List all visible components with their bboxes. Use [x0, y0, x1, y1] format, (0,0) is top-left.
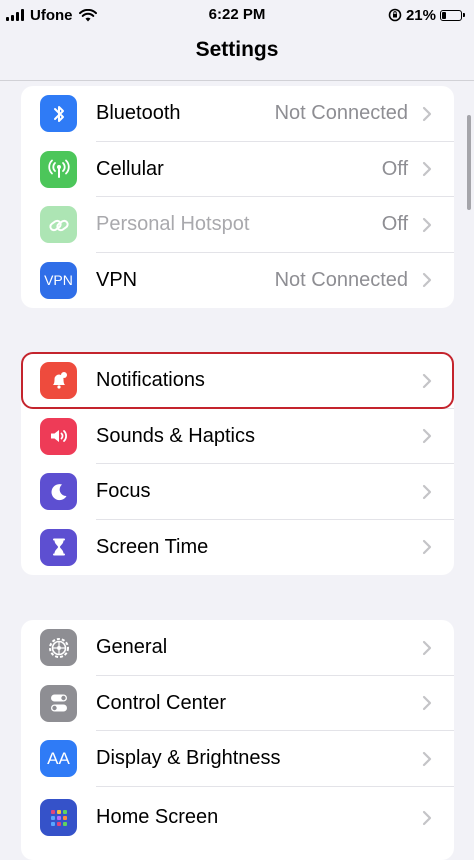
chevron-right-icon [422, 696, 432, 711]
settings-row-label: Control Center [96, 691, 227, 714]
settings-row-value: Off [381, 213, 408, 236]
carrier-name: Ufone [30, 6, 73, 24]
settings-row-label: General [96, 636, 168, 659]
settings-row-label: Home Screen [96, 806, 219, 828]
signal-strength-icon [6, 9, 24, 21]
hotspot-link-icon [40, 206, 77, 244]
settings-row-label: Screen Time [96, 535, 209, 558]
chevron-right-icon [422, 810, 432, 825]
status-bar: Ufone 6:22 PM 21% [0, 0, 474, 30]
settings-row-control-center[interactable]: Control Center [21, 676, 454, 731]
hourglass-icon [40, 528, 77, 566]
toggles-icon [40, 684, 77, 722]
settings-row-display-brightness[interactable]: AA Display & Brightness [21, 731, 454, 787]
chevron-right-icon [422, 484, 432, 499]
settings-group-general: General Control Center AA Display & Brig… [21, 620, 454, 860]
moon-icon [40, 473, 77, 511]
settings-row-label: Bluetooth [96, 102, 181, 125]
chevron-right-icon [422, 373, 432, 388]
nav-divider [0, 80, 474, 81]
battery-percentage: 21% [405, 6, 436, 24]
cellular-antenna-icon [40, 150, 77, 188]
settings-row-focus[interactable]: Focus [21, 464, 454, 520]
settings-row-notifications[interactable]: Notifications [21, 353, 454, 409]
wifi-icon [78, 8, 97, 21]
bluetooth-icon [40, 95, 77, 133]
scrollbar[interactable] [467, 115, 471, 210]
speaker-icon [40, 417, 77, 455]
chevron-right-icon [422, 106, 432, 121]
vpn-icon: VPN [40, 261, 77, 299]
settings-row-cellular[interactable]: Cellular Off [21, 142, 454, 197]
settings-row-value: Not Connected [274, 102, 408, 125]
settings-row-label: Display & Brightness [96, 747, 281, 770]
text-size-icon: AA [40, 740, 77, 778]
orientation-lock-icon [388, 8, 402, 22]
settings-row-vpn[interactable]: VPN VPN Not Connected [21, 253, 454, 309]
chevron-right-icon [422, 273, 432, 288]
home-grid-icon [40, 799, 77, 836]
settings-row-general[interactable]: General [21, 620, 454, 676]
settings-group-notifications: Notifications Sounds & Haptics Focus Scr… [21, 353, 454, 575]
text-size-icon-text: AA [47, 748, 70, 768]
chevron-right-icon [422, 217, 432, 232]
settings-row-sounds-haptics[interactable]: Sounds & Haptics [21, 409, 454, 464]
chevron-right-icon [422, 429, 432, 444]
page-title: Settings [195, 38, 279, 61]
settings-row-home-screen[interactable]: Home Screen [21, 787, 454, 849]
chevron-right-icon [422, 162, 432, 177]
chevron-right-icon [422, 751, 432, 766]
settings-row-value: Off [381, 157, 408, 180]
settings-row-label: Personal Hotspot [96, 213, 250, 236]
chevron-right-icon [422, 640, 432, 655]
settings-row-label: Cellular [96, 157, 164, 180]
gear-icon [40, 629, 77, 667]
bell-icon [40, 362, 77, 400]
settings-row-screen-time[interactable]: Screen Time [21, 520, 454, 576]
settings-group-connectivity: Bluetooth Not Connected Cellular Off Per… [21, 86, 454, 308]
settings-row-label: Focus [96, 480, 151, 503]
settings-row-label: VPN [96, 268, 138, 291]
settings-row-label: Sounds & Haptics [96, 424, 255, 447]
settings-row-bluetooth[interactable]: Bluetooth Not Connected [21, 86, 454, 142]
settings-row-personal-hotspot[interactable]: Personal Hotspot Off [21, 197, 454, 253]
chevron-right-icon [422, 540, 432, 555]
battery-icon [440, 9, 465, 21]
settings-row-label: Notifications [96, 369, 205, 392]
vpn-icon-text: VPN [44, 272, 73, 289]
settings-row-value: Not Connected [274, 268, 408, 291]
